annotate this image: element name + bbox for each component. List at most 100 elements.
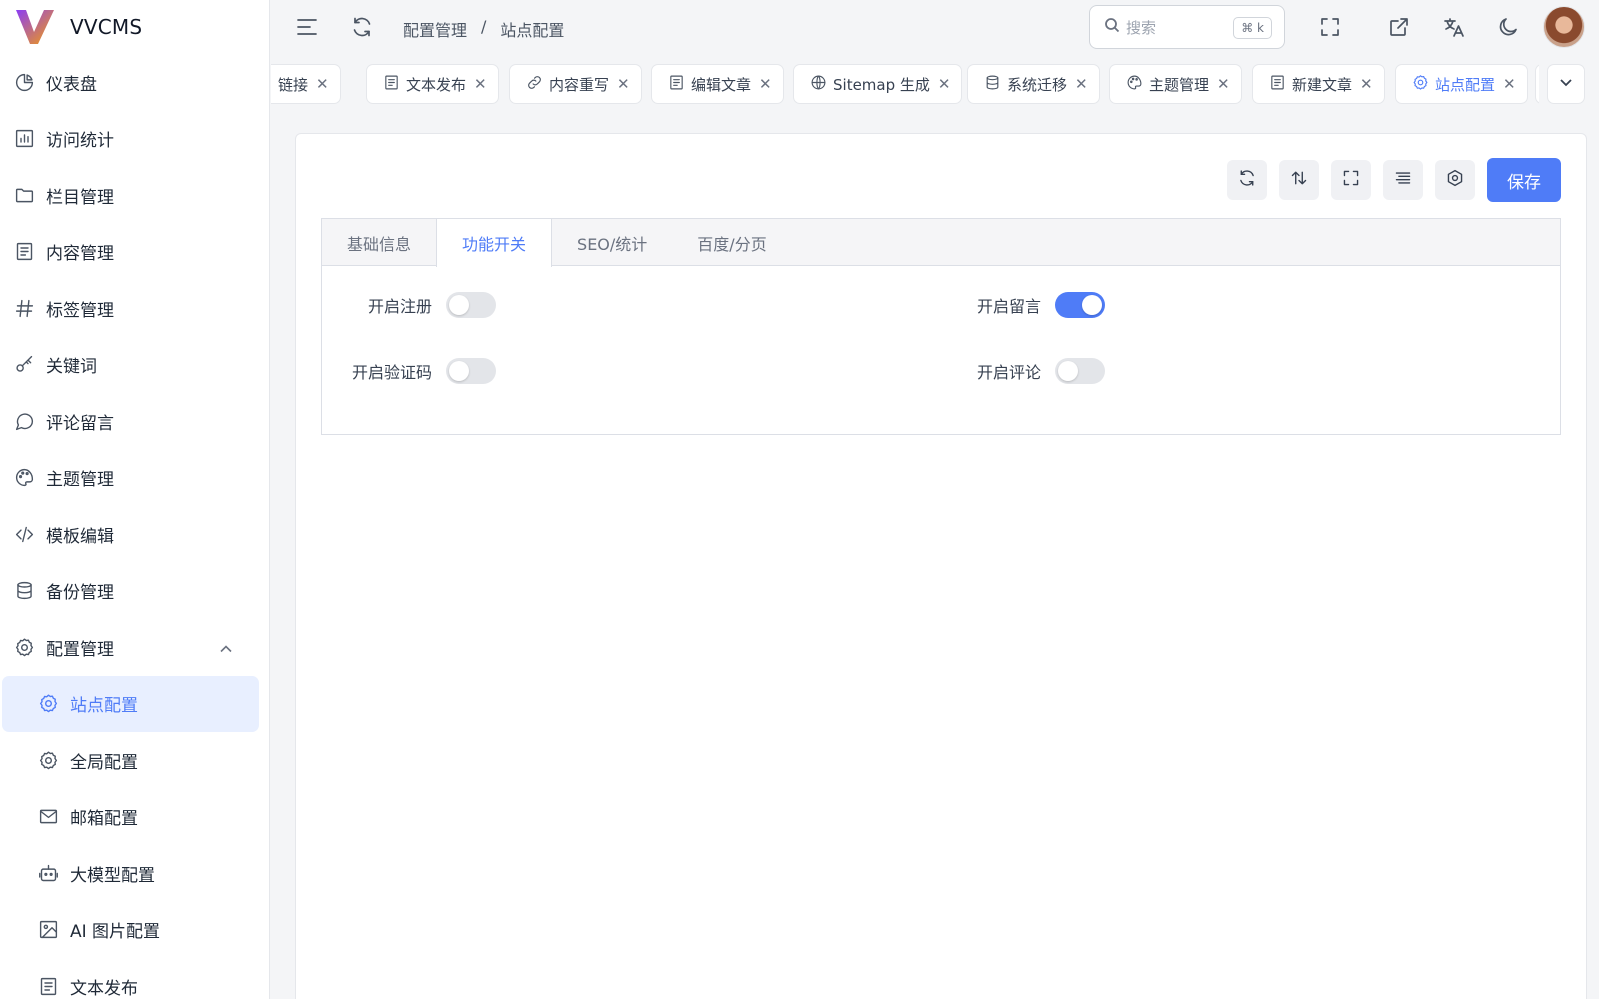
- close-icon[interactable]: ✕: [316, 75, 329, 93]
- page-tab-themes[interactable]: 主题管理 ✕: [1109, 64, 1242, 104]
- chevron-up-icon: [219, 641, 233, 661]
- page-tab-edit-article[interactable]: 编辑文章 ✕: [651, 64, 784, 104]
- sidebar-item-backup[interactable]: 备份管理: [0, 563, 269, 620]
- app-logo[interactable]: VVCMS: [0, 0, 269, 54]
- sidebar-item-label: 内容管理: [46, 244, 114, 265]
- page-tab-site-config[interactable]: 站点配置 ✕: [1395, 64, 1528, 104]
- form-row-captcha: 开启验证码: [322, 358, 496, 384]
- page-tab-label: 系统迁移: [1007, 75, 1068, 94]
- search-box[interactable]: 搜索 ⌘ k: [1089, 5, 1285, 49]
- globe-icon: [810, 74, 827, 95]
- close-icon[interactable]: ✕: [1075, 75, 1088, 93]
- sidebar-item-keywords[interactable]: 关键词: [0, 337, 269, 394]
- page-tab-sitemap[interactable]: Sitemap 生成 ✕: [793, 64, 963, 104]
- reload-button[interactable]: [1227, 160, 1267, 200]
- fullscreen-icon[interactable]: [1319, 16, 1341, 38]
- database-icon: [13, 580, 35, 602]
- sidebar-subitem-global-config[interactable]: 全局配置: [0, 732, 269, 789]
- captcha-toggle[interactable]: [446, 358, 496, 384]
- settings-button[interactable]: [1435, 160, 1475, 200]
- close-icon[interactable]: ✕: [1360, 75, 1373, 93]
- image-icon: [37, 919, 59, 941]
- sort-button[interactable]: [1279, 160, 1319, 200]
- close-icon[interactable]: ✕: [474, 75, 487, 93]
- guestbook-toggle[interactable]: [1055, 292, 1105, 318]
- external-link-icon[interactable]: [1388, 16, 1410, 38]
- sidebar-subitem-text-publish[interactable]: 文本发布: [0, 958, 269, 999]
- refresh-icon[interactable]: [351, 16, 373, 38]
- tab-seo-stats[interactable]: SEO/统计: [552, 219, 672, 266]
- sidebar-item-label: 栏目管理: [46, 187, 114, 208]
- gear-icon: [37, 693, 59, 715]
- form-row-register: 开启注册: [322, 292, 496, 318]
- form-row-comments: 开启评论: [931, 358, 1105, 384]
- document-icon: [1269, 74, 1286, 95]
- moon-icon[interactable]: [1497, 16, 1519, 38]
- save-button[interactable]: 保存: [1487, 158, 1561, 202]
- page-tab-label: 站点配置: [1435, 75, 1496, 94]
- density-button[interactable]: [1383, 160, 1423, 200]
- fullscreen-button[interactable]: [1331, 160, 1371, 200]
- page-tab-new-article[interactable]: 新建文章 ✕: [1252, 64, 1385, 104]
- close-icon[interactable]: ✕: [759, 75, 772, 93]
- page-tab-migration[interactable]: 系统迁移 ✕: [967, 64, 1100, 104]
- page-tab-label: Sitemap 生成: [833, 75, 930, 94]
- sidebar-item-dashboard[interactable]: 仪表盘: [0, 54, 269, 111]
- sidebar-subitem-site-config[interactable]: 站点配置: [2, 675, 259, 732]
- breadcrumb-parent[interactable]: 配置管理: [403, 17, 467, 41]
- message-circle-icon: [13, 410, 35, 432]
- align-lines-icon: [1394, 169, 1412, 191]
- sidebar-item-analytics[interactable]: 访问统计: [0, 111, 269, 168]
- page-tab-links[interactable]: 链接 ✕: [271, 64, 341, 104]
- sidebar-item-label: 邮箱配置: [70, 809, 138, 830]
- menu-toggle-icon[interactable]: [296, 16, 318, 38]
- close-icon[interactable]: ✕: [1503, 75, 1516, 93]
- sidebar-item-label: 配置管理: [46, 639, 114, 660]
- refresh-icon: [1238, 169, 1256, 191]
- site-config-card: 保存 基础信息 功能开关 SEO/统计 百度/分页 开启注册 开启留言 开启验证…: [295, 133, 1587, 999]
- sidebar-item-label: 仪表盘: [46, 74, 97, 95]
- translate-icon[interactable]: [1443, 16, 1465, 38]
- tab-feature-switches[interactable]: 功能开关: [436, 219, 553, 267]
- close-icon[interactable]: ✕: [1217, 75, 1230, 93]
- sidebar-item-tags[interactable]: 标签管理: [0, 280, 269, 337]
- document-icon: [37, 975, 59, 997]
- sort-arrows-icon: [1290, 169, 1308, 191]
- sidebar-subitem-mail-config[interactable]: 邮箱配置: [0, 789, 269, 846]
- close-icon[interactable]: ✕: [938, 75, 951, 93]
- page-tab-content-rewrite[interactable]: 内容重写 ✕: [509, 64, 642, 104]
- sidebar-item-config[interactable]: 配置管理: [0, 619, 269, 676]
- comments-toggle[interactable]: [1055, 358, 1105, 384]
- close-icon[interactable]: ✕: [617, 75, 630, 93]
- hexagon-settings-icon: [1446, 169, 1464, 191]
- switch-label: 开启评论: [976, 363, 1041, 382]
- top-bar: 配置管理 / 站点配置 搜索 ⌘ k: [271, 0, 1599, 54]
- document-icon: [668, 74, 685, 95]
- code-icon: [13, 523, 35, 545]
- gear-icon: [1412, 74, 1429, 95]
- gear-icon: [13, 636, 35, 658]
- search-placeholder: 搜索: [1126, 18, 1157, 37]
- sidebar-item-label: 模板编辑: [46, 526, 114, 547]
- hash-icon: [13, 297, 35, 319]
- palette-icon: [1126, 74, 1143, 95]
- logo-icon: [16, 10, 54, 44]
- app-name: VVCMS: [70, 15, 143, 39]
- sidebar-subitem-ai-image-config[interactable]: AI 图片配置: [0, 902, 269, 959]
- user-avatar[interactable]: [1543, 6, 1585, 48]
- link-icon: [526, 74, 543, 95]
- sidebar-item-content[interactable]: 内容管理: [0, 224, 269, 281]
- sidebar-item-templates[interactable]: 模板编辑: [0, 506, 269, 563]
- form-row-guestbook: 开启留言: [931, 292, 1105, 318]
- sidebar-item-label: 评论留言: [46, 413, 114, 434]
- register-toggle[interactable]: [446, 292, 496, 318]
- tab-basic-info[interactable]: 基础信息: [322, 219, 436, 266]
- sidebar-item-comments[interactable]: 评论留言: [0, 393, 269, 450]
- tabs-dropdown-button[interactable]: [1547, 64, 1585, 104]
- sidebar: VVCMS 仪表盘 访问统计 栏目管理 内容管理 标签管理 关键词 评论留言 主…: [0, 0, 270, 999]
- sidebar-item-themes[interactable]: 主题管理: [0, 450, 269, 507]
- tab-baidu-pagination[interactable]: 百度/分页: [672, 219, 791, 266]
- sidebar-subitem-llm-config[interactable]: 大模型配置: [0, 845, 269, 902]
- page-tab-text-publish[interactable]: 文本发布 ✕: [366, 64, 499, 104]
- sidebar-item-columns[interactable]: 栏目管理: [0, 167, 269, 224]
